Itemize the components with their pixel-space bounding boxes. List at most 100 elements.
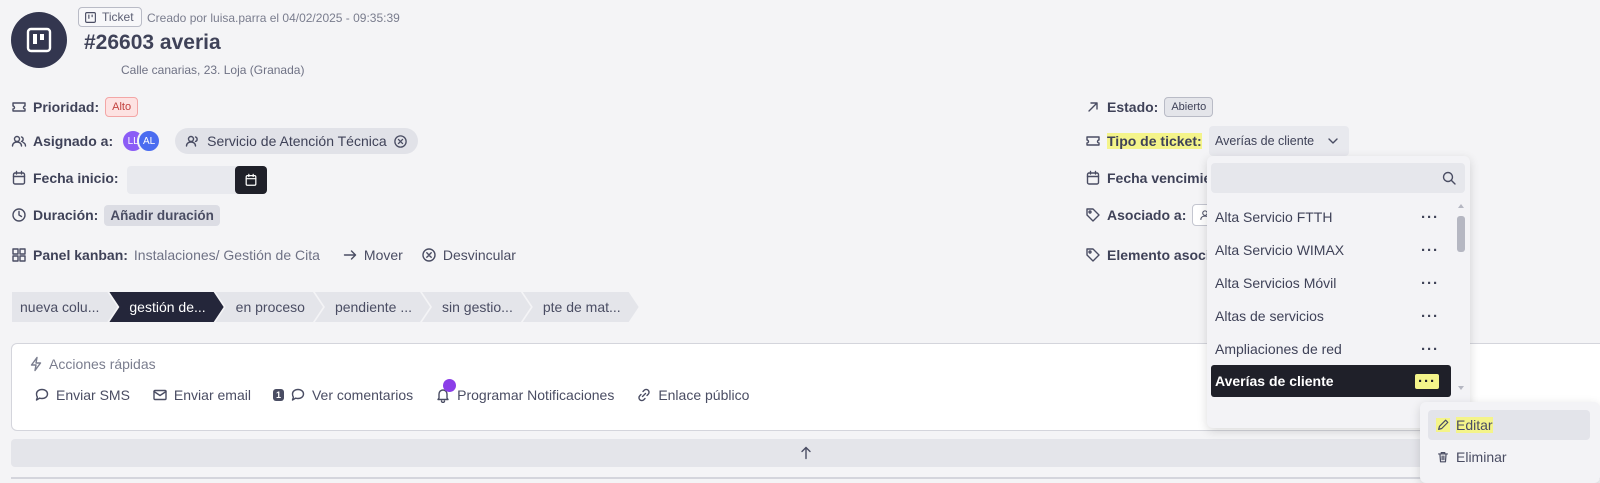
duration-label: Duración: xyxy=(33,207,99,223)
option-label: Ampliaciones de red xyxy=(1215,341,1342,357)
assigned-label: Asignado a: xyxy=(33,133,114,149)
search-icon xyxy=(1442,171,1456,185)
due-date-field: Fecha vencimie xyxy=(1085,166,1211,190)
collapse-bar[interactable] xyxy=(11,439,1600,467)
scroll-up-icon xyxy=(1458,204,1464,208)
ticket-icon xyxy=(1086,136,1100,146)
edit-menu-item[interactable]: Editar xyxy=(1428,410,1590,440)
dropdown-search-input[interactable] xyxy=(1211,163,1465,193)
trash-icon xyxy=(1438,452,1448,463)
ticket-type-field: Tipo de ticket: xyxy=(1085,129,1202,153)
quick-actions-row: Enviar SMS Enviar email 1 Ver comentario… xyxy=(34,379,749,403)
option-label: Alta Servicio WIMAX xyxy=(1215,242,1345,258)
option-label: Alta Servicios Móvil xyxy=(1215,275,1337,291)
public-link-label: Enlace público xyxy=(658,387,750,403)
element-field: Elemento asocia xyxy=(1085,243,1218,267)
more-options-icon[interactable]: ··· xyxy=(1421,309,1439,324)
kanban-stage[interactable]: sin gestio... xyxy=(422,292,531,322)
kanban-stage-active[interactable]: gestión de... xyxy=(109,292,223,322)
calendar-icon xyxy=(12,170,26,185)
start-date-input[interactable] xyxy=(126,166,267,194)
send-email-button[interactable]: Enviar email xyxy=(152,387,251,403)
delete-label: Eliminar xyxy=(1456,449,1507,465)
close-circle-icon xyxy=(422,248,436,262)
status-label: Estado: xyxy=(1107,99,1159,115)
divider xyxy=(11,477,1600,479)
unlink-button[interactable]: Desvincular xyxy=(421,247,516,263)
option-label: Averías de cliente xyxy=(1215,373,1334,389)
move-label: Mover xyxy=(363,247,403,263)
unlink-label: Desvincular xyxy=(442,247,516,263)
page-title: #26603 averia xyxy=(84,31,221,54)
priority-badge[interactable]: Alto xyxy=(105,97,139,117)
kanban-board-icon xyxy=(11,12,67,68)
kanban-stage[interactable]: en proceso xyxy=(216,292,323,322)
due-date-label: Fecha vencimie xyxy=(1107,170,1212,186)
kanban-stage[interactable]: pte de mat... xyxy=(523,292,639,322)
add-duration-button[interactable]: Añadir duración xyxy=(104,204,220,226)
kanban-label: Panel kanban: xyxy=(33,247,128,263)
date-picker-button[interactable] xyxy=(234,166,267,194)
public-link-button[interactable]: Enlace público xyxy=(636,387,749,403)
tag-icon xyxy=(1086,208,1100,222)
delete-menu-item[interactable]: Eliminar xyxy=(1428,442,1590,472)
more-options-icon[interactable]: ··· xyxy=(1415,373,1439,389)
assigned-field: Asignado a: LL AL Servicio de Atención T… xyxy=(11,128,418,154)
tag-icon xyxy=(1086,248,1100,262)
quick-actions-title: Acciones rápidas xyxy=(28,356,156,372)
kanban-stages: nueva colu... gestión de... en proceso p… xyxy=(12,292,631,322)
chevron-down-icon xyxy=(1328,138,1338,144)
service-team-pill[interactable]: Servicio de Atención Técnica xyxy=(175,128,418,154)
send-sms-label: Enviar SMS xyxy=(56,387,130,403)
chat-icon xyxy=(291,388,305,401)
users-icon xyxy=(11,135,27,147)
kanban-stage[interactable]: pendiente ... xyxy=(315,292,430,322)
dropdown-option[interactable]: Ampliaciones de red ··· xyxy=(1211,333,1451,365)
notification-dot xyxy=(443,379,457,392)
send-sms-button[interactable]: Enviar SMS xyxy=(34,387,130,403)
more-options-icon[interactable]: ··· xyxy=(1421,210,1439,225)
scroll-thumb[interactable] xyxy=(1457,216,1465,252)
dropdown-option-selected[interactable]: Averías de cliente ··· xyxy=(1211,365,1451,397)
duration-field: Duración: Añadir duración xyxy=(11,203,220,227)
clock-icon xyxy=(12,208,26,222)
link-icon xyxy=(638,388,651,402)
ticket-chip-label: Ticket xyxy=(102,10,134,24)
ticket-icon xyxy=(12,102,26,112)
priority-field: Prioridad: Alto xyxy=(11,95,139,119)
option-label: Altas de servicios xyxy=(1215,308,1324,324)
arrow-up-icon xyxy=(800,446,811,460)
lightning-icon xyxy=(30,356,42,372)
view-comments-button[interactable]: 1 Ver comentarios xyxy=(272,387,414,403)
remove-circle-icon xyxy=(393,134,407,148)
avatar[interactable]: AL xyxy=(137,129,162,153)
grid-icon xyxy=(12,248,26,262)
more-options-icon[interactable]: ··· xyxy=(1421,342,1439,357)
more-options-icon[interactable]: ··· xyxy=(1421,243,1439,258)
ticket-type-select[interactable]: Averías de cliente xyxy=(1209,126,1349,156)
kanban-value[interactable]: Instalaciones/ Gestión de Cita xyxy=(134,247,320,263)
address: Calle canarias, 23. Loja (Granada) xyxy=(121,63,305,77)
dropdown-option[interactable]: Altas de servicios ··· xyxy=(1211,300,1451,332)
kanban-stage[interactable]: nueva colu... xyxy=(12,292,117,322)
more-options-icon[interactable]: ··· xyxy=(1421,276,1439,291)
move-button[interactable]: Mover xyxy=(342,247,403,263)
status-field: Estado: Abierto xyxy=(1085,95,1214,119)
scroll-down-icon xyxy=(1458,386,1464,390)
calendar-icon xyxy=(1086,170,1100,185)
view-comments-label: Ver comentarios xyxy=(311,387,414,403)
dropdown-scrollbar[interactable] xyxy=(1457,202,1465,392)
ticket-type-value: Averías de cliente xyxy=(1215,134,1315,148)
dropdown-option[interactable]: Alta Servicio FTTH ··· xyxy=(1211,201,1451,233)
schedule-notifications-button[interactable]: Programar Notificaciones xyxy=(435,379,614,403)
dropdown-option[interactable]: Alta Servicios Móvil ··· xyxy=(1211,267,1451,299)
quick-actions-title-text: Acciones rápidas xyxy=(49,356,156,372)
dropdown-option[interactable]: Alta Servicio WIMAX ··· xyxy=(1211,234,1451,266)
start-date-label: Fecha inicio: xyxy=(33,170,119,186)
edit-label: Editar xyxy=(1456,417,1493,433)
kanban-icon xyxy=(85,11,96,23)
service-team-label: Servicio de Atención Técnica xyxy=(207,133,387,149)
arrow-up-right-icon xyxy=(1088,102,1098,112)
status-badge[interactable]: Abierto xyxy=(1164,97,1214,117)
element-label: Elemento asocia xyxy=(1107,247,1218,263)
